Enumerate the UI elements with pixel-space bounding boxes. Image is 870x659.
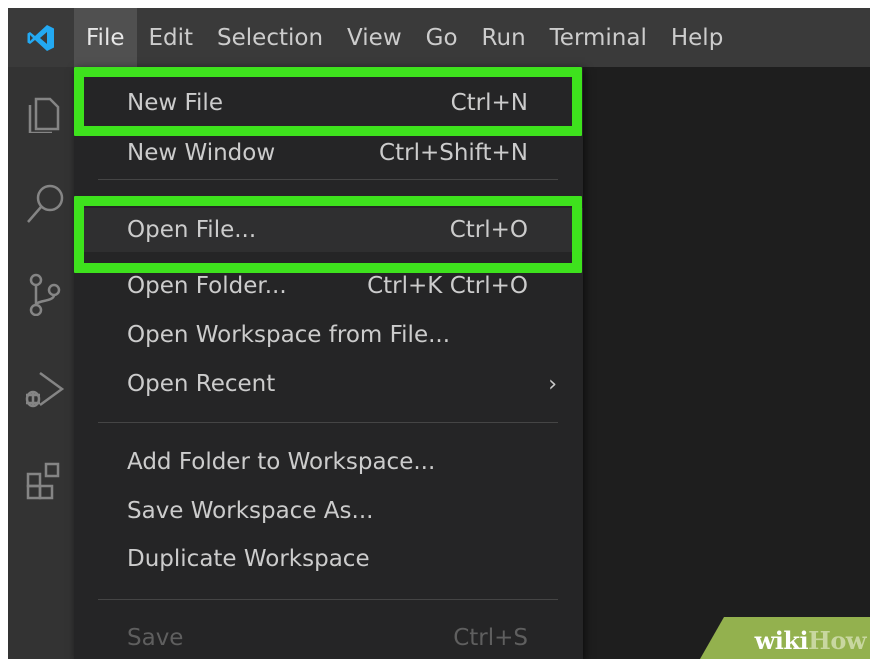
menu-item-shortcut: Ctrl+S <box>453 625 528 651</box>
menu-item-label: New Window <box>127 140 276 166</box>
menu-edit[interactable]: Edit <box>137 8 206 67</box>
menu-separator <box>98 599 558 600</box>
run-debug-icon[interactable] <box>22 367 66 411</box>
menu-go[interactable]: Go <box>414 8 470 67</box>
menu-item-open-workspace[interactable]: Open Workspace from File... <box>74 313 583 357</box>
highlight-box-new-file <box>74 67 582 136</box>
menu-item-label: Open Recent <box>127 371 276 397</box>
extensions-icon[interactable] <box>22 460 66 504</box>
editor-area <box>583 67 870 659</box>
menu-item-add-folder[interactable]: Add Folder to Workspace... <box>74 440 583 484</box>
menu-run[interactable]: Run <box>470 8 538 67</box>
file-menu-dropdown: New File Ctrl+N New Window Ctrl+Shift+N … <box>74 67 583 659</box>
menu-separator <box>98 422 558 423</box>
menu-item-label: Duplicate Workspace <box>127 546 370 572</box>
menu-help[interactable]: Help <box>659 8 735 67</box>
menu-item-shortcut: Ctrl+K Ctrl+O <box>367 273 528 299</box>
activity-bar <box>8 67 74 659</box>
menu-item-save[interactable]: Save Ctrl+S <box>74 616 583 659</box>
menu-item-duplicate-workspace[interactable]: Duplicate Workspace <box>74 537 583 581</box>
search-icon[interactable] <box>22 182 66 226</box>
menu-item-label: Save Workspace As... <box>127 498 374 524</box>
menu-separator <box>98 179 558 180</box>
menu-item-shortcut: Ctrl+Shift+N <box>379 140 528 166</box>
watermark-text: wikiHow <box>754 626 867 655</box>
menu-item-save-workspace-as[interactable]: Save Workspace As... <box>74 489 583 533</box>
menu-bar: File Edit Selection View Go Run Terminal… <box>8 8 870 67</box>
menu-view[interactable]: View <box>335 8 414 67</box>
menu-item-label: Open Workspace from File... <box>127 322 451 348</box>
source-control-icon[interactable] <box>22 272 66 317</box>
menu-item-open-recent[interactable]: Open Recent › <box>74 362 583 406</box>
vscode-window: File Edit Selection View Go Run Terminal… <box>8 8 870 659</box>
menu-terminal[interactable]: Terminal <box>538 8 659 67</box>
menu-item-new-window[interactable]: New Window Ctrl+Shift+N <box>74 131 583 175</box>
vscode-logo-icon <box>8 8 74 67</box>
wikihow-watermark: wikiHow <box>700 617 870 659</box>
highlight-box-open-file <box>74 196 582 273</box>
chevron-right-icon: › <box>548 371 557 397</box>
menu-item-label: Open Folder... <box>127 273 287 299</box>
explorer-icon[interactable] <box>22 89 66 135</box>
menu-item-label: Save <box>127 625 184 651</box>
menu-item-label: Add Folder to Workspace... <box>127 449 436 475</box>
menu-selection[interactable]: Selection <box>205 8 335 67</box>
menu-file[interactable]: File <box>74 8 137 67</box>
